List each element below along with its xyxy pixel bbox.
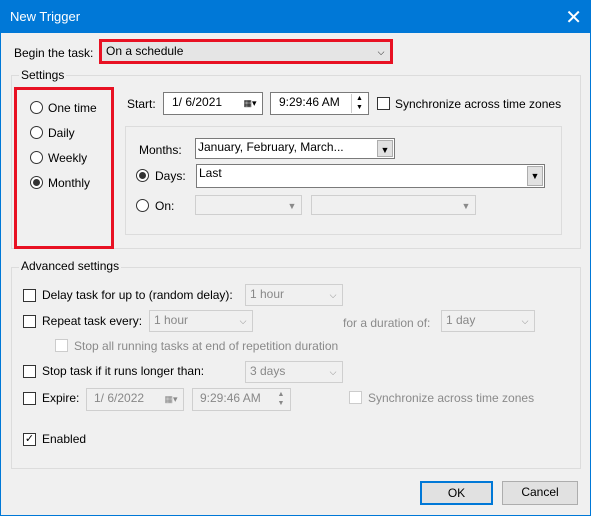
months-dropdown[interactable]: January, February, March... ▼ [195,138,395,159]
expire-date-value: 1/ 6/2022 [94,391,145,405]
sync-checkbox[interactable] [377,97,390,110]
expire-date-picker[interactable]: 1/ 6/2022 ▦▾ [86,388,184,411]
start-label: Start: [127,97,156,111]
sync-label[interactable]: Synchronize across time zones [395,97,561,111]
stop-task-dropdown[interactable]: 3 days ⌵ [245,361,343,383]
spinner-icon[interactable]: ▲ ▼ [351,94,367,113]
chevron-down-icon: ⌵ [521,316,529,326]
expire-time-value: 9:29:46 AM [200,391,261,405]
calendar-icon[interactable]: ▦▾ [160,390,182,409]
new-trigger-dialog: New Trigger ✕ Begin the task: On a sched… [0,0,591,516]
delay-checkbox[interactable] [23,289,36,302]
delay-dropdown[interactable]: 1 hour ⌵ [245,284,343,306]
chevron-down-icon: ▼ [461,201,471,211]
months-value: January, February, March... [198,140,344,154]
months-label: Months: [139,143,182,157]
duration-dropdown[interactable]: 1 day ⌵ [441,310,535,332]
on-label[interactable]: On: [155,199,174,213]
start-time-picker[interactable]: 9:29:46 AM ▲ ▼ [270,92,369,115]
spinner-icon[interactable]: ▲ ▼ [273,390,289,409]
days-label[interactable]: Days: [155,169,186,183]
chevron-down-icon: ⌵ [329,290,337,300]
highlight-box [14,87,114,249]
repeat-value: 1 hour [154,313,189,327]
stop-all-label: Stop all running tasks at end of repetit… [74,339,339,353]
title-bar: New Trigger ✕ [1,1,591,33]
expire-checkbox[interactable] [23,392,36,405]
delay-value: 1 hour [250,287,285,301]
duration-value: 1 day [446,313,476,327]
chevron-down-icon: ▼ [377,140,393,157]
highlight-box [99,39,393,64]
start-date-picker[interactable]: 1/ 6/2021 ▦▾ [163,92,263,115]
cancel-button[interactable]: Cancel [502,481,578,505]
close-icon[interactable]: ✕ [565,5,582,30]
stop-task-value: 3 days [250,364,286,378]
calendar-icon[interactable]: ▦▾ [239,94,261,113]
delay-label[interactable]: Delay task for up to (random delay): [42,288,233,302]
start-date-value: 1/ 6/2021 [172,95,223,109]
chevron-down-icon: ⌵ [329,367,337,377]
repeat-checkbox[interactable] [23,315,36,328]
chevron-down-icon: ⌵ [239,316,247,326]
expire-label[interactable]: Expire: [42,391,79,405]
chevron-down-icon: ▼ [287,201,297,211]
dialog-title: New Trigger [10,9,81,24]
duration-label: for a duration of: [343,316,431,330]
settings-label: Settings [19,68,67,82]
repeat-label[interactable]: Repeat task every: [42,314,142,328]
expire-time-picker[interactable]: 9:29:46 AM ▲ ▼ [192,388,291,411]
begin-task-label: Begin the task: [14,46,94,60]
advanced-label: Advanced settings [19,259,122,273]
stop-task-label[interactable]: Stop task if it runs longer than: [42,364,204,378]
expire-sync-checkbox[interactable] [349,391,362,404]
enabled-label[interactable]: Enabled [42,432,86,446]
stop-all-checkbox[interactable] [55,339,68,352]
chevron-down-icon: ▼ [527,166,543,186]
ok-button[interactable]: OK [420,481,493,505]
stop-task-checkbox[interactable] [23,365,36,378]
start-time-value: 9:29:46 AM [279,95,340,109]
days-dropdown[interactable]: Last ▼ [196,164,545,188]
on-day-dropdown[interactable]: ▼ [311,195,476,215]
radio-on[interactable] [136,199,149,212]
on-week-dropdown[interactable]: ▼ [195,195,302,215]
days-value: Last [199,166,222,180]
enabled-checkbox[interactable]: ✓ [23,433,36,446]
expire-sync-label: Synchronize across time zones [368,391,535,405]
repeat-dropdown[interactable]: 1 hour ⌵ [149,310,253,332]
radio-days[interactable] [136,169,149,182]
